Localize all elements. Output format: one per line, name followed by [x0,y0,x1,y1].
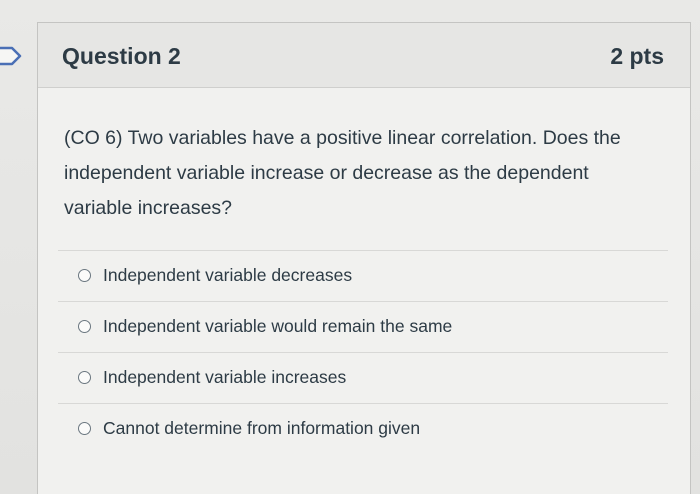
answer-label: Cannot determine from information given [103,418,421,438]
radio-button-icon[interactable] [78,320,91,333]
radio-button-icon[interactable] [78,371,91,384]
question-title: Question 2 [62,43,181,69]
radio-button-icon[interactable] [78,269,91,282]
answer-label: Independent variable increases [103,367,347,387]
question-text: (CO 6) Two variables have a positive lin… [64,127,621,219]
question-header: Question 2 2 pts [38,23,690,88]
answer-option-3[interactable]: Independent variable increases [58,353,668,403]
quiz-page: Question 2 2 pts (CO 6) Two variables ha… [0,0,700,494]
answer-option-2[interactable]: Independent variable would remain the sa… [58,302,668,352]
answer-label: Independent variable decreases [103,265,353,285]
answer-option-4[interactable]: Cannot determine from information given [58,404,668,454]
chevron-tab-icon[interactable] [0,44,24,68]
radio-button-icon[interactable] [78,422,91,435]
answer-list: Independent variable decreases Independe… [58,250,668,454]
answer-option-1[interactable]: Independent variable decreases [58,251,668,301]
question-points: 2 pts [610,43,664,69]
answer-label: Independent variable would remain the sa… [103,316,453,336]
question-card: Question 2 2 pts (CO 6) Two variables ha… [37,22,691,494]
